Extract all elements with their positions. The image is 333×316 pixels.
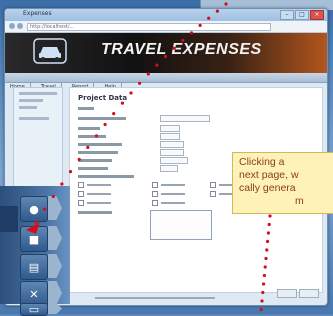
pointer-dot xyxy=(60,182,64,186)
pointer-dot xyxy=(68,170,73,174)
pointer-dot xyxy=(172,46,176,50)
pointer-dot xyxy=(94,134,99,138)
pointer-dot xyxy=(198,23,202,27)
pointer-dot xyxy=(266,239,270,244)
pointer-dot xyxy=(86,145,90,149)
pointer-arrowhead-icon xyxy=(26,222,40,234)
pointer-dot xyxy=(43,207,47,211)
pointer-dot xyxy=(51,194,55,199)
pointer-dot xyxy=(120,101,124,105)
pointer-dot xyxy=(138,81,142,85)
pointer-dot xyxy=(262,282,266,286)
pointer-dot xyxy=(77,157,81,161)
pointer-dot xyxy=(262,273,266,278)
pointer-dot xyxy=(189,31,194,35)
pointer-dot xyxy=(260,299,264,303)
pointer-dot xyxy=(265,248,269,252)
pointer-dot xyxy=(34,220,38,224)
pointer-dot xyxy=(215,9,219,13)
pointer-dot xyxy=(103,122,107,127)
pointer-dot xyxy=(263,265,267,269)
pointer-dot xyxy=(146,72,150,76)
pointer-dot xyxy=(155,63,159,67)
pointer-dot xyxy=(224,2,228,6)
pointer-dot xyxy=(181,38,185,43)
pointer-dot xyxy=(266,231,270,235)
pointer-dot xyxy=(259,307,263,312)
pointer-dot xyxy=(163,54,168,59)
pointer-dot xyxy=(129,91,133,95)
dotted-pointer xyxy=(26,2,272,312)
pointer-dot xyxy=(268,214,272,218)
pointer-dot xyxy=(112,112,116,116)
pointer-dot xyxy=(207,16,211,20)
pointer-dot xyxy=(264,256,268,261)
pointer-dot xyxy=(261,290,265,295)
pointer-dot xyxy=(267,222,271,227)
